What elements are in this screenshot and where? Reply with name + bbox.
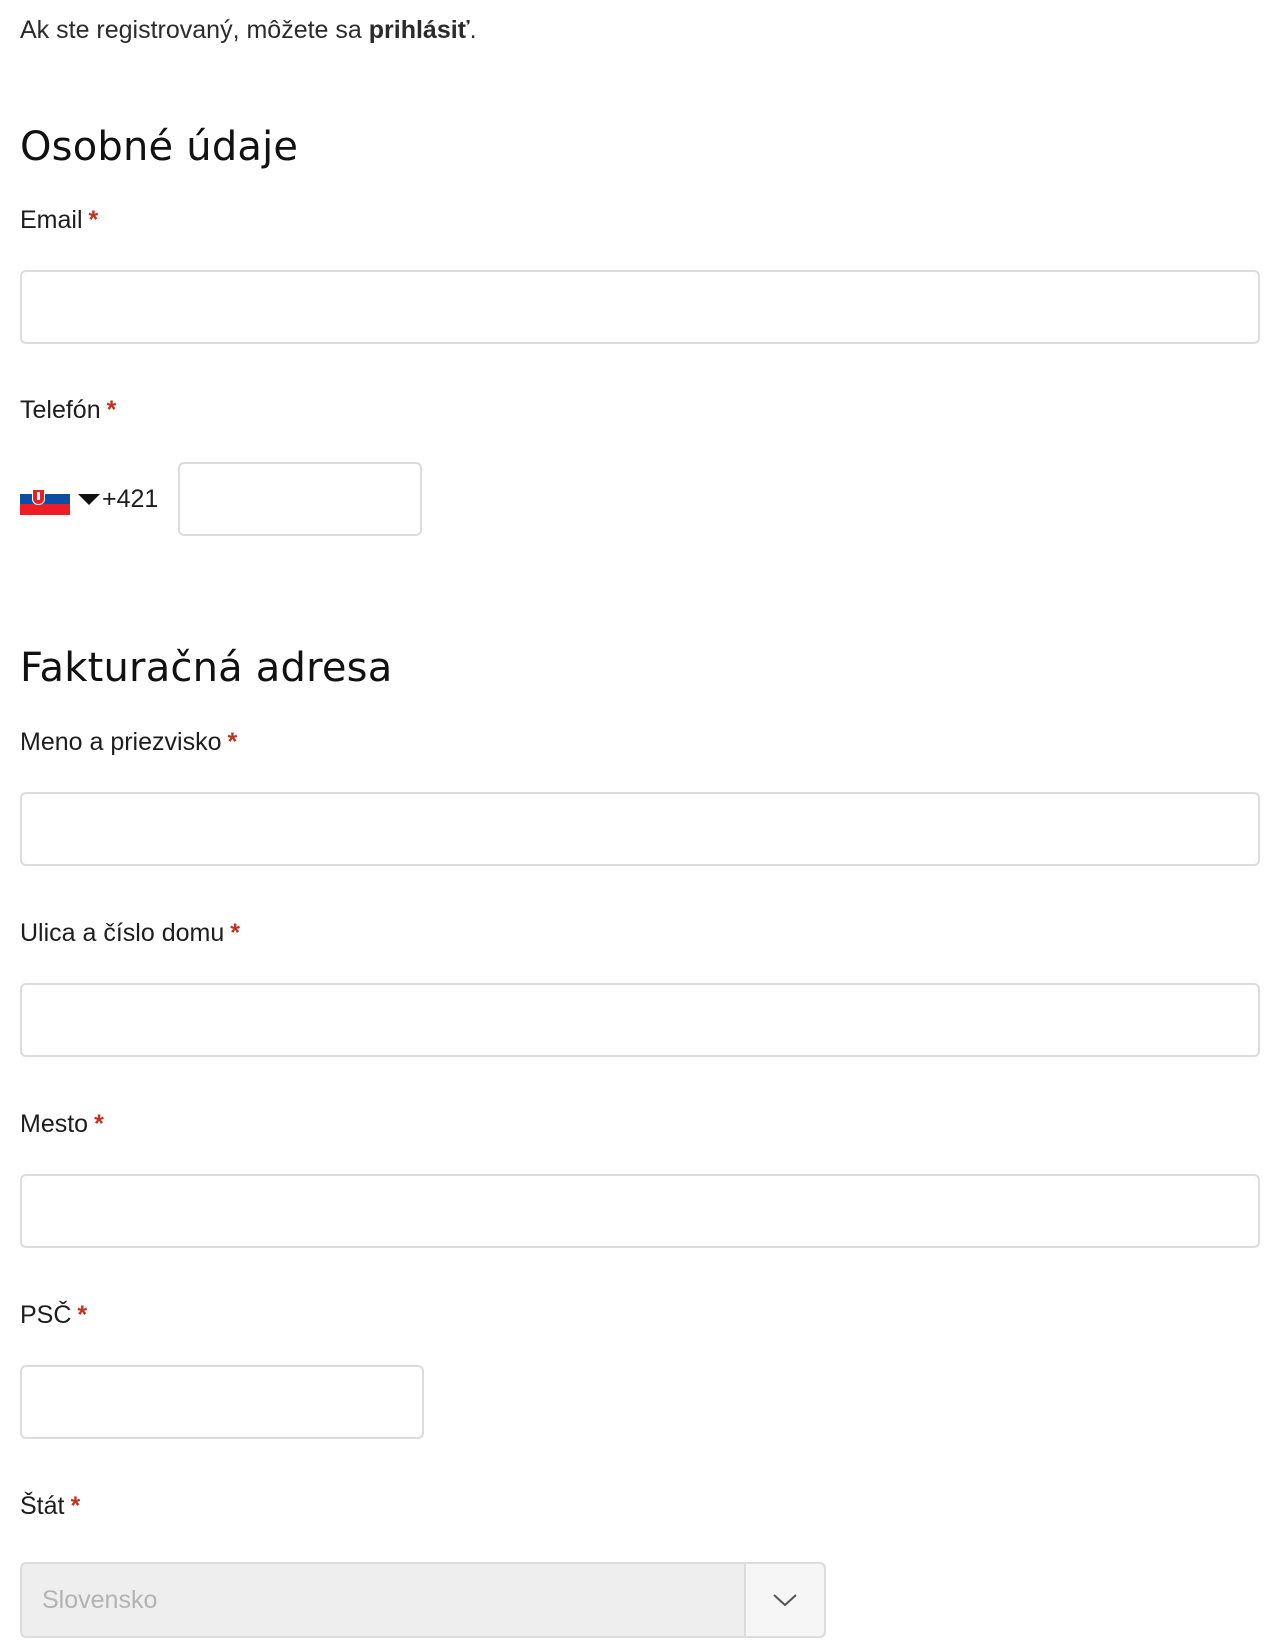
login-prompt-period: .: [469, 16, 477, 44]
login-prompt: Ak ste registrovaný, môžete sa prihlásiť…: [20, 16, 477, 45]
country-select[interactable]: Slovensko: [20, 1562, 826, 1638]
country-select-toggle[interactable]: [744, 1564, 824, 1636]
city-label: Mesto *: [20, 1110, 104, 1139]
city-field[interactable]: [20, 1174, 1260, 1248]
required-marker: *: [230, 919, 240, 947]
phone-field[interactable]: [178, 462, 422, 536]
city-label-text: Mesto: [20, 1110, 89, 1138]
required-marker: *: [88, 206, 99, 234]
email-label: Email *: [20, 206, 98, 235]
personal-details-heading: Osobné údaje: [20, 124, 299, 170]
country-select-value: Slovensko: [42, 1585, 158, 1614]
full-name-label: Meno a priezvisko *: [20, 728, 237, 757]
required-marker: *: [227, 728, 238, 756]
slovakia-flag-icon: [20, 483, 70, 515]
required-marker: *: [106, 396, 117, 424]
phone-dial-code: +421: [102, 484, 159, 513]
zip-label: PSČ *: [20, 1301, 87, 1330]
email-label-text: Email: [20, 206, 83, 234]
login-link[interactable]: prihlásiť: [369, 16, 470, 44]
phone-label: Telefón *: [20, 396, 116, 425]
phone-country-selector[interactable]: +421: [20, 462, 158, 536]
street-label-text: Ulica a číslo domu: [20, 919, 225, 947]
caret-down-icon[interactable]: [78, 493, 100, 505]
login-prompt-text: Ak ste registrovaný, môžete sa: [20, 16, 362, 44]
checkout-form: Ak ste registrovaný, môžete sa prihlásiť…: [0, 0, 1280, 1642]
full-name-field[interactable]: [20, 792, 1260, 866]
required-marker: *: [94, 1110, 104, 1138]
full-name-label-text: Meno a priezvisko: [20, 728, 222, 756]
chevron-down-icon: [773, 1594, 797, 1607]
email-field[interactable]: [20, 270, 1260, 344]
street-field[interactable]: [20, 983, 1260, 1057]
country-label-text: Štát: [20, 1492, 65, 1520]
billing-address-heading: Fakturačná adresa: [20, 645, 393, 691]
required-marker: *: [70, 1492, 81, 1520]
street-label: Ulica a číslo domu *: [20, 919, 240, 948]
zip-label-text: PSČ: [20, 1301, 72, 1329]
country-label: Štát *: [20, 1492, 80, 1521]
zip-field[interactable]: [20, 1365, 424, 1439]
phone-label-text: Telefón: [20, 396, 101, 424]
required-marker: *: [77, 1301, 88, 1329]
